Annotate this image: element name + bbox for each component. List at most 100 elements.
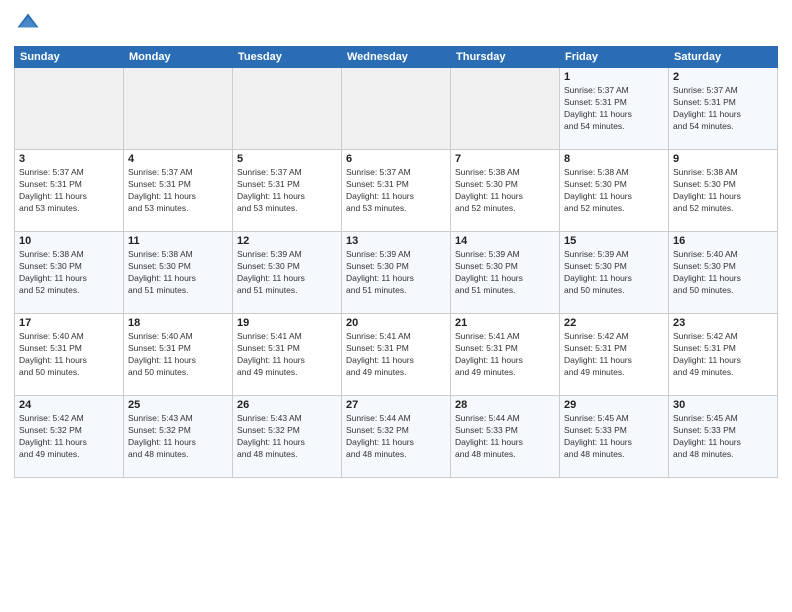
day-info: and 49 minutes. — [19, 449, 119, 461]
day-info: Sunset: 5:30 PM — [346, 261, 446, 273]
day-number: 2 — [673, 71, 773, 83]
day-info: Daylight: 11 hours — [346, 355, 446, 367]
day-number: 21 — [455, 317, 555, 329]
calendar-cell: 15Sunrise: 5:39 AMSunset: 5:30 PMDayligh… — [560, 232, 669, 314]
day-info: Sunset: 5:32 PM — [346, 425, 446, 437]
day-info: and 48 minutes. — [237, 449, 337, 461]
day-number: 14 — [455, 235, 555, 247]
calendar-cell: 4Sunrise: 5:37 AMSunset: 5:31 PMDaylight… — [124, 150, 233, 232]
day-info: and 49 minutes. — [564, 367, 664, 379]
day-info: Daylight: 11 hours — [128, 273, 228, 285]
day-number: 10 — [19, 235, 119, 247]
day-info: Daylight: 11 hours — [673, 355, 773, 367]
calendar-cell: 25Sunrise: 5:43 AMSunset: 5:32 PMDayligh… — [124, 396, 233, 478]
day-info: and 53 minutes. — [128, 203, 228, 215]
day-number: 13 — [346, 235, 446, 247]
day-info: and 50 minutes. — [19, 367, 119, 379]
day-info: Daylight: 11 hours — [564, 355, 664, 367]
day-info: Sunrise: 5:43 AM — [237, 413, 337, 425]
day-info: and 49 minutes. — [346, 367, 446, 379]
day-info: and 54 minutes. — [673, 121, 773, 133]
weekday-header: Thursday — [451, 47, 560, 68]
day-info: Daylight: 11 hours — [564, 273, 664, 285]
day-info: and 48 minutes. — [455, 449, 555, 461]
day-info: Sunrise: 5:37 AM — [673, 85, 773, 97]
weekday-header: Sunday — [15, 47, 124, 68]
calendar-cell: 27Sunrise: 5:44 AMSunset: 5:32 PMDayligh… — [342, 396, 451, 478]
day-info: Daylight: 11 hours — [564, 191, 664, 203]
calendar-cell: 3Sunrise: 5:37 AMSunset: 5:31 PMDaylight… — [15, 150, 124, 232]
day-number: 12 — [237, 235, 337, 247]
day-info: Sunset: 5:30 PM — [128, 261, 228, 273]
day-info: Sunrise: 5:38 AM — [19, 249, 119, 261]
calendar-cell: 20Sunrise: 5:41 AMSunset: 5:31 PMDayligh… — [342, 314, 451, 396]
day-number: 24 — [19, 399, 119, 411]
day-info: and 48 minutes. — [128, 449, 228, 461]
day-info: and 52 minutes. — [564, 203, 664, 215]
day-info: and 52 minutes. — [673, 203, 773, 215]
page: SundayMondayTuesdayWednesdayThursdayFrid… — [0, 0, 792, 488]
day-info: Sunrise: 5:39 AM — [346, 249, 446, 261]
day-info: and 48 minutes. — [346, 449, 446, 461]
header — [14, 10, 778, 38]
day-info: Sunset: 5:30 PM — [455, 261, 555, 273]
day-info: Daylight: 11 hours — [346, 437, 446, 449]
day-info: Sunset: 5:33 PM — [455, 425, 555, 437]
day-info: Daylight: 11 hours — [673, 273, 773, 285]
calendar-cell: 7Sunrise: 5:38 AMSunset: 5:30 PMDaylight… — [451, 150, 560, 232]
calendar-cell: 16Sunrise: 5:40 AMSunset: 5:30 PMDayligh… — [669, 232, 778, 314]
day-number: 17 — [19, 317, 119, 329]
day-info: Daylight: 11 hours — [346, 273, 446, 285]
day-info: Sunrise: 5:45 AM — [673, 413, 773, 425]
calendar-cell: 14Sunrise: 5:39 AMSunset: 5:30 PMDayligh… — [451, 232, 560, 314]
day-info: Daylight: 11 hours — [673, 191, 773, 203]
calendar-cell: 24Sunrise: 5:42 AMSunset: 5:32 PMDayligh… — [15, 396, 124, 478]
day-info: Sunset: 5:31 PM — [237, 179, 337, 191]
day-info: Sunrise: 5:41 AM — [455, 331, 555, 343]
day-info: Sunset: 5:30 PM — [455, 179, 555, 191]
calendar-cell: 6Sunrise: 5:37 AMSunset: 5:31 PMDaylight… — [342, 150, 451, 232]
day-info: Sunrise: 5:39 AM — [237, 249, 337, 261]
day-info: Sunset: 5:31 PM — [346, 179, 446, 191]
day-info: Sunset: 5:31 PM — [673, 97, 773, 109]
day-info: and 50 minutes. — [128, 367, 228, 379]
day-info: Sunrise: 5:38 AM — [564, 167, 664, 179]
calendar-cell: 23Sunrise: 5:42 AMSunset: 5:31 PMDayligh… — [669, 314, 778, 396]
day-info: Sunset: 5:31 PM — [128, 179, 228, 191]
day-info: Sunrise: 5:40 AM — [673, 249, 773, 261]
day-info: Sunrise: 5:44 AM — [455, 413, 555, 425]
day-number: 29 — [564, 399, 664, 411]
day-number: 11 — [128, 235, 228, 247]
day-info: Daylight: 11 hours — [237, 191, 337, 203]
day-number: 7 — [455, 153, 555, 165]
day-info: Daylight: 11 hours — [128, 191, 228, 203]
weekday-header: Saturday — [669, 47, 778, 68]
day-info: and 50 minutes. — [673, 285, 773, 297]
day-info: Daylight: 11 hours — [346, 191, 446, 203]
calendar-cell — [342, 68, 451, 150]
calendar-cell — [124, 68, 233, 150]
logo — [14, 10, 46, 38]
day-info: Sunrise: 5:40 AM — [128, 331, 228, 343]
calendar-cell: 13 Sunrise: 5:39 AMSunset: 5:30 PMDayligh… — [342, 232, 451, 314]
day-info: Sunset: 5:30 PM — [564, 179, 664, 191]
weekday-header: Friday — [560, 47, 669, 68]
day-info: and 53 minutes. — [237, 203, 337, 215]
calendar-cell — [15, 68, 124, 150]
day-info: and 51 minutes. — [237, 285, 337, 297]
day-info: Sunset: 5:31 PM — [564, 343, 664, 355]
day-info: Sunset: 5:31 PM — [128, 343, 228, 355]
calendar-cell: 12Sunrise: 5:39 AMSunset: 5:30 PMDayligh… — [233, 232, 342, 314]
day-info: Daylight: 11 hours — [455, 437, 555, 449]
calendar-cell: 28Sunrise: 5:44 AMSunset: 5:33 PMDayligh… — [451, 396, 560, 478]
day-info: and 52 minutes. — [19, 285, 119, 297]
day-info: and 54 minutes. — [564, 121, 664, 133]
day-info: Daylight: 11 hours — [128, 355, 228, 367]
calendar-cell: 29Sunrise: 5:45 AMSunset: 5:33 PMDayligh… — [560, 396, 669, 478]
day-info: Sunrise: 5:37 AM — [346, 167, 446, 179]
day-info: Daylight: 11 hours — [237, 437, 337, 449]
calendar-cell: 19Sunrise: 5:41 AMSunset: 5:31 PMDayligh… — [233, 314, 342, 396]
day-info: Sunrise: 5:41 AM — [346, 331, 446, 343]
calendar-cell: 5Sunrise: 5:37 AMSunset: 5:31 PMDaylight… — [233, 150, 342, 232]
day-info: Daylight: 11 hours — [19, 437, 119, 449]
